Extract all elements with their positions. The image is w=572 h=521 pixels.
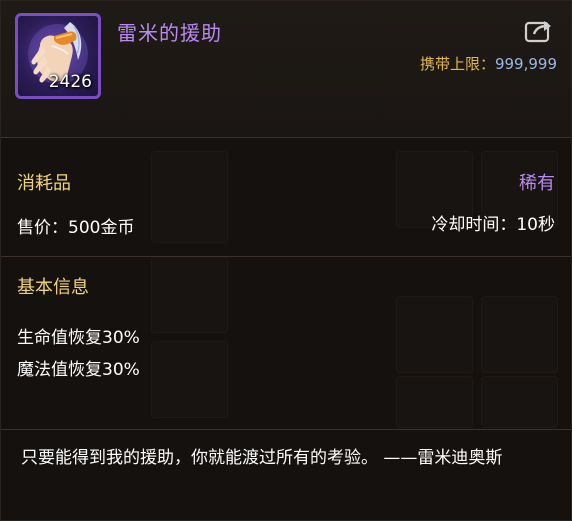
background-slot [151, 256, 228, 333]
carry-limit: 携带上限：999,999 [420, 53, 557, 74]
background-slot [396, 376, 473, 428]
effect-mp: 魔法值恢复30% [17, 360, 140, 380]
item-name: 雷米的援助 [117, 21, 222, 45]
flavor-text: 只要能得到我的援助，你就能渡过所有的考验。 ——雷米迪奥斯 [21, 448, 503, 468]
item-count: 2426 [48, 72, 92, 92]
background-slot [481, 376, 558, 428]
item-cooldown: 冷却时间：10秒 [431, 215, 555, 235]
item-slot[interactable]: 2426 [15, 13, 101, 99]
background-slot [396, 296, 473, 373]
basic-info-title: 基本信息 [17, 277, 89, 298]
share-icon[interactable] [524, 17, 554, 43]
tooltip-header: 2426 雷米的援助 携带上限：999,999 [1, 1, 571, 137]
item-type: 消耗品 [17, 173, 71, 194]
carry-limit-value: 999,999 [494, 55, 557, 73]
item-price: 售价：500金币 [17, 218, 135, 238]
item-tooltip: 2426 雷米的援助 携带上限：999,999 消耗品 稀有 售价：500金币 … [0, 0, 572, 521]
background-slot [481, 296, 558, 373]
divider [1, 429, 571, 430]
effect-hp: 生命值恢复30% [17, 328, 140, 348]
item-rarity: 稀有 [519, 173, 555, 194]
carry-limit-label: 携带上限： [419, 55, 495, 73]
background-slot [151, 151, 228, 243]
divider [1, 256, 571, 257]
background-slot [151, 341, 228, 418]
divider [1, 137, 571, 138]
